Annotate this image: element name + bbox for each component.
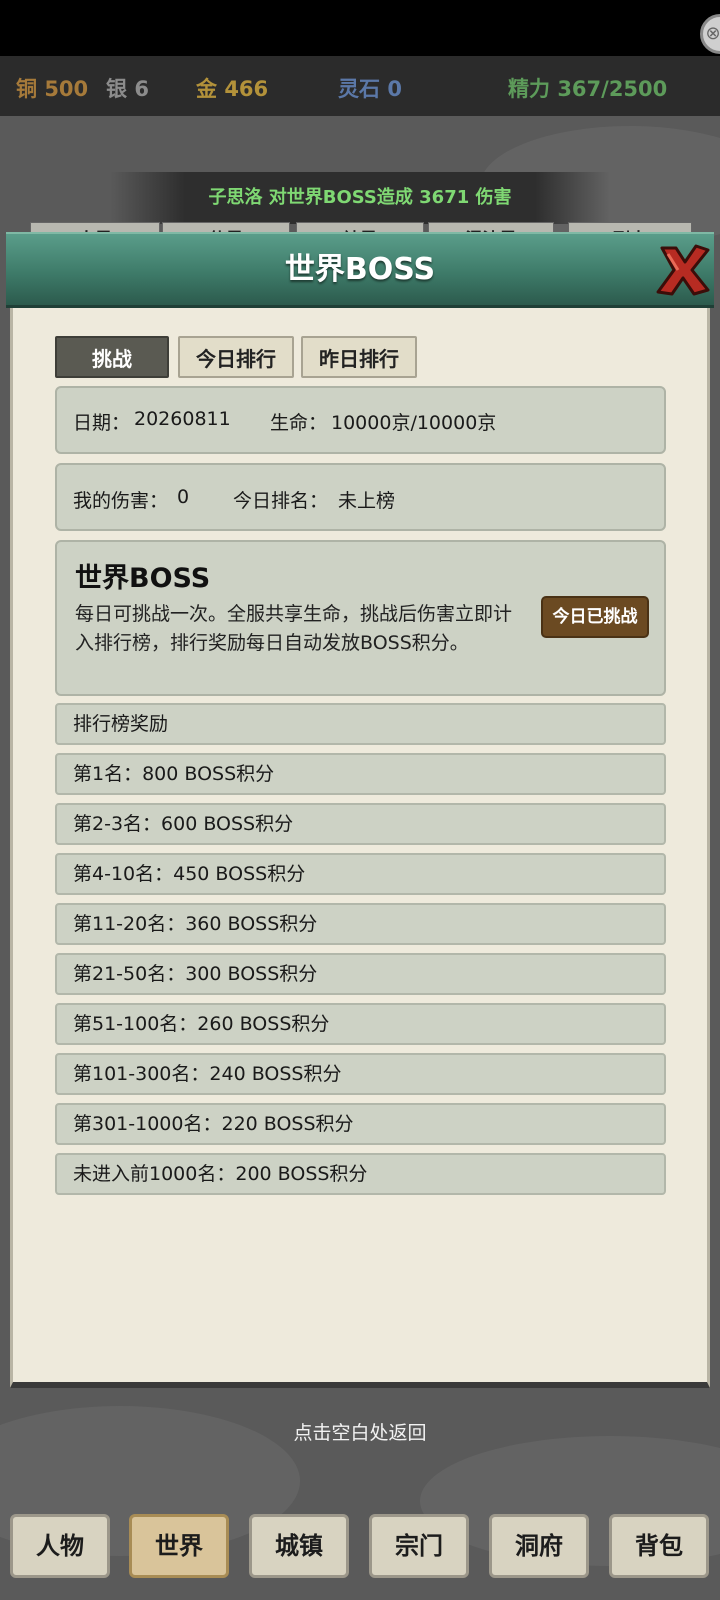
rank-value: 未上榜: [338, 490, 396, 512]
copper-value: 500: [44, 77, 89, 101]
dismiss-hint[interactable]: 点击空白处返回: [0, 1418, 720, 1445]
reward-row: 第301-1000名：220 BOSS积分: [55, 1103, 666, 1145]
hp-label: 生命：: [270, 412, 328, 434]
info-card-date-hp: 日期： 20260811 生命： 10000京/10000京: [55, 386, 666, 454]
reward-row: 未进入前1000名：200 BOSS积分: [55, 1153, 666, 1195]
reward-row: 第21-50名：300 BOSS积分: [55, 953, 666, 995]
reward-row: 第1名：800 BOSS积分: [55, 753, 666, 795]
date-value: 20260811: [134, 408, 231, 430]
challenge-button[interactable]: 今日已挑战: [541, 596, 649, 638]
energy-value: 367/2500: [557, 77, 668, 101]
spirit-stone-resource: 灵石 0: [338, 73, 402, 103]
copper-label: 铜: [16, 77, 37, 101]
nav-world[interactable]: 世界: [129, 1514, 229, 1578]
silver-value: 6: [134, 77, 149, 101]
gold-resource: 金 466: [196, 73, 268, 103]
resource-bar: 铜 500 银 6 金 466 灵石 0 精力 367/2500: [0, 56, 720, 116]
spirit-stone-label: 灵石: [338, 77, 380, 101]
energy-label: 精力: [508, 77, 550, 101]
boss-description: 每日可挑战一次。全服共享生命，挑战后伤害立即计入排行榜，排行奖励每日自动发放BO…: [75, 603, 513, 654]
reward-row: 第51-100名：260 BOSS积分: [55, 1003, 666, 1045]
silver-label: 银: [106, 77, 127, 101]
rewards-header: 排行榜奖励: [55, 703, 666, 745]
tab-challenge[interactable]: 挑战: [55, 336, 169, 378]
energy-resource: 精力 367/2500: [508, 73, 667, 103]
reward-row: 第101-300名：240 BOSS积分: [55, 1053, 666, 1095]
tab-yesterday-ranking[interactable]: 昨日排行: [301, 336, 417, 378]
damage-label: 我的伤害：: [73, 490, 169, 512]
hp-value: 10000京/10000京: [331, 412, 497, 434]
nav-sect[interactable]: 宗门: [369, 1514, 469, 1578]
silver-resource: 银 6: [106, 73, 149, 103]
spirit-stone-value: 0: [387, 77, 402, 101]
date-label: 日期：: [73, 412, 131, 434]
nav-town[interactable]: 城镇: [249, 1514, 349, 1578]
gold-label: 金: [196, 77, 217, 101]
reward-row: 第11-20名：360 BOSS积分: [55, 903, 666, 945]
damage-ticker: 子思洛 对世界BOSS造成 3671 伤害: [110, 172, 610, 224]
reward-row: 第2-3名：600 BOSS积分: [55, 803, 666, 845]
nav-cave[interactable]: 洞府: [489, 1514, 589, 1578]
modal-title: 世界BOSS: [284, 252, 436, 287]
system-top-bar: [0, 0, 720, 56]
nav-character[interactable]: 人物: [10, 1514, 110, 1578]
boss-info-card: 世界BOSS 每日可挑战一次。全服共享生命，挑战后伤害立即计入排行榜，排行奖励每…: [55, 540, 666, 696]
reward-row: 第4-10名：450 BOSS积分: [55, 853, 666, 895]
tab-today-ranking[interactable]: 今日排行: [178, 336, 294, 378]
rank-label: 今日排名：: [233, 490, 329, 512]
gold-value: 466: [224, 77, 269, 101]
damage-value: 0: [177, 486, 190, 508]
boss-title: 世界BOSS: [75, 563, 211, 594]
close-x-icon[interactable]: [652, 240, 714, 300]
info-card-damage-rank: 我的伤害： 0 今日排名： 未上榜: [55, 463, 666, 531]
copper-resource: 铜 500: [16, 73, 88, 103]
nav-bag[interactable]: 背包: [609, 1514, 709, 1578]
